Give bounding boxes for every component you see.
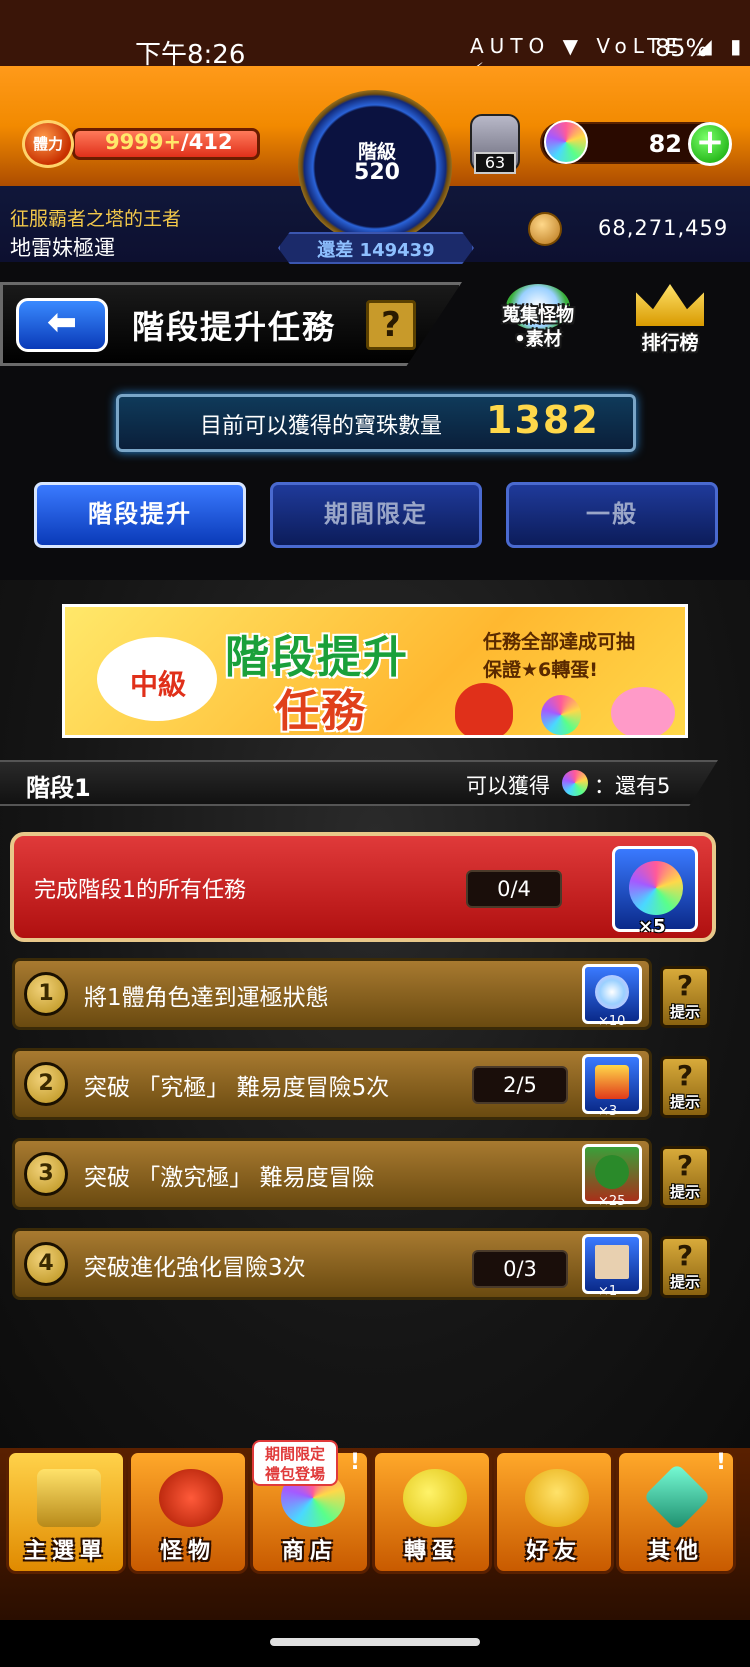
alert-icon: ! (350, 1450, 361, 1475)
collect-materials-button[interactable]: 蒐集怪物 •素材 (490, 284, 586, 360)
battery-percent: 85% (655, 34, 709, 62)
tab-limited-time[interactable]: 期間限定 (270, 482, 482, 548)
player-title: 征服霸者之塔的王者 (10, 208, 182, 230)
complete-all-progress: 0/4 (466, 870, 562, 908)
mission-number: 4 (24, 1242, 68, 1286)
mission-label: 突破 「究極」 難易度冒險5次 (84, 1075, 390, 1101)
question-icon: ? (676, 1149, 694, 1182)
coin-icon (528, 212, 562, 246)
question-icon: ? (676, 1239, 694, 1272)
question-icon: ? (676, 1059, 694, 1092)
crown-icon (636, 284, 704, 326)
orbs-available-value: 1382 (486, 398, 600, 442)
rank-remaining: 還差 149439 (317, 240, 435, 261)
nav-label: 主選單 (23, 1539, 108, 1564)
nav-label: 好友 (525, 1539, 582, 1564)
hint-button[interactable]: ? 提示 (660, 1236, 710, 1298)
stamina-current: 9999+ (105, 130, 182, 154)
alert-icon: ! (716, 1450, 727, 1475)
mission-number: 2 (24, 1062, 68, 1106)
back-button[interactable]: ⬅ (16, 298, 108, 352)
mission-reward-qty: ×10 (598, 1014, 626, 1029)
mission-label: 突破進化強化冒險3次 (84, 1255, 306, 1281)
hint-button[interactable]: ? 提示 (660, 966, 710, 1028)
help-button[interactable]: ? (366, 300, 416, 350)
mission-reward-qty: ×25 (598, 1194, 626, 1209)
ranking-button[interactable]: 排行榜 (622, 284, 718, 360)
tab-general[interactable]: 一般 (506, 482, 718, 548)
mission-progress: 0/3 (472, 1250, 568, 1288)
hint-button[interactable]: ? 提示 (660, 1056, 710, 1118)
gate-icon (37, 1469, 101, 1527)
egg-icon (403, 1469, 467, 1527)
hint-button[interactable]: ? 提示 (660, 1146, 710, 1208)
page-title: 階段提升任務 (132, 308, 337, 346)
complete-all-reward-qty: ×5 (638, 916, 666, 937)
orb-count: 82 (648, 130, 682, 158)
collect-label-line1: 蒐集怪物 (502, 305, 574, 326)
nav-label: 怪物 (159, 1539, 216, 1564)
nav-label: 商店 (281, 1539, 338, 1564)
nav-friends[interactable]: 好友 (494, 1450, 614, 1574)
hint-label: 提示 (669, 1003, 700, 1021)
stamina-max: /412 (181, 130, 233, 154)
monster-icon (595, 1155, 629, 1189)
username: 地雷妹極運 (10, 236, 115, 260)
complete-all-label: 完成階段1的所有任務 (34, 878, 246, 903)
other-icon (643, 1463, 711, 1531)
banner-note-line2: 保證★6轉蛋! (483, 659, 598, 681)
status-bar: 下午8:26 AUTO ▼ VoLTE ◢ ▮ ⚡ 85% (0, 0, 750, 82)
home-indicator[interactable] (270, 1638, 480, 1646)
banner-character-red (455, 683, 513, 735)
collect-materials-label: 蒐集怪物 •素材 (490, 304, 586, 352)
stamina-value: 9999+/412 (105, 130, 233, 154)
stage-reward-label: 可以獲得 (466, 774, 550, 798)
stamina-icon: 體力 (22, 120, 74, 168)
nav-label: 其他 (647, 1539, 704, 1564)
coin-count: 68,271,459 (598, 216, 729, 240)
nav-monsters[interactable]: 怪物 (128, 1450, 248, 1574)
rainbow-orb-icon (629, 861, 683, 915)
stage-reward-remaining: ：還有5 (594, 774, 671, 798)
nav-label: 轉蛋 (403, 1539, 460, 1564)
event-banner[interactable]: 中級 階段提升 任務 任務全部達成可抽 保證★6轉蛋! (62, 604, 688, 738)
shop-limited-badge: 期間限定 禮包登場 (252, 1440, 338, 1486)
collect-label-line2: •素材 (514, 329, 562, 350)
rank-value: 520 (354, 160, 400, 185)
orb-icon (544, 120, 588, 164)
mission-progress: 2/5 (472, 1066, 568, 1104)
stage-title: 階段1 (26, 774, 91, 802)
buy-orbs-button[interactable]: + (688, 122, 732, 166)
crystal-icon (595, 975, 629, 1009)
stage-orb-icon (562, 770, 588, 796)
mission-label: 將1體角色達到運極狀態 (84, 985, 329, 1011)
friends-icon (525, 1469, 589, 1527)
shop-badge-line2: 禮包登場 (264, 1465, 325, 1483)
mission-label: 突破 「激究極」 難易度冒險 (84, 1165, 375, 1191)
scroll-icon (595, 1245, 629, 1279)
shop-badge-line1: 期間限定 (264, 1445, 325, 1463)
nav-gacha[interactable]: 轉蛋 (372, 1450, 492, 1574)
hint-label: 提示 (669, 1093, 700, 1111)
item-can-icon (595, 1065, 629, 1099)
mission-number: 3 (24, 1152, 68, 1196)
mission-reward-qty: ×1 (598, 1284, 618, 1299)
orbs-available-label: 目前可以獲得的寶珠數量 (200, 414, 443, 439)
question-icon: ? (676, 969, 694, 1002)
banner-orb-icon (541, 695, 581, 735)
hint-label: 提示 (669, 1183, 700, 1201)
egg-count: 63 (474, 152, 516, 174)
banner-note-line1: 任務全部達成可抽 (483, 631, 636, 653)
monster-icon (159, 1469, 223, 1527)
banner-level: 中級 (129, 668, 186, 701)
ranking-label: 排行榜 (641, 332, 699, 354)
hint-label: 提示 (669, 1273, 700, 1291)
tab-stage-up[interactable]: 階段提升 (34, 482, 246, 548)
nav-main-menu[interactable]: 主選單 (6, 1450, 126, 1574)
banner-character-pink (611, 687, 675, 735)
mission-reward-qty: ×3 (598, 1104, 618, 1119)
banner-title-line2: 任務 (275, 686, 367, 737)
mission-number: 1 (24, 972, 68, 1016)
